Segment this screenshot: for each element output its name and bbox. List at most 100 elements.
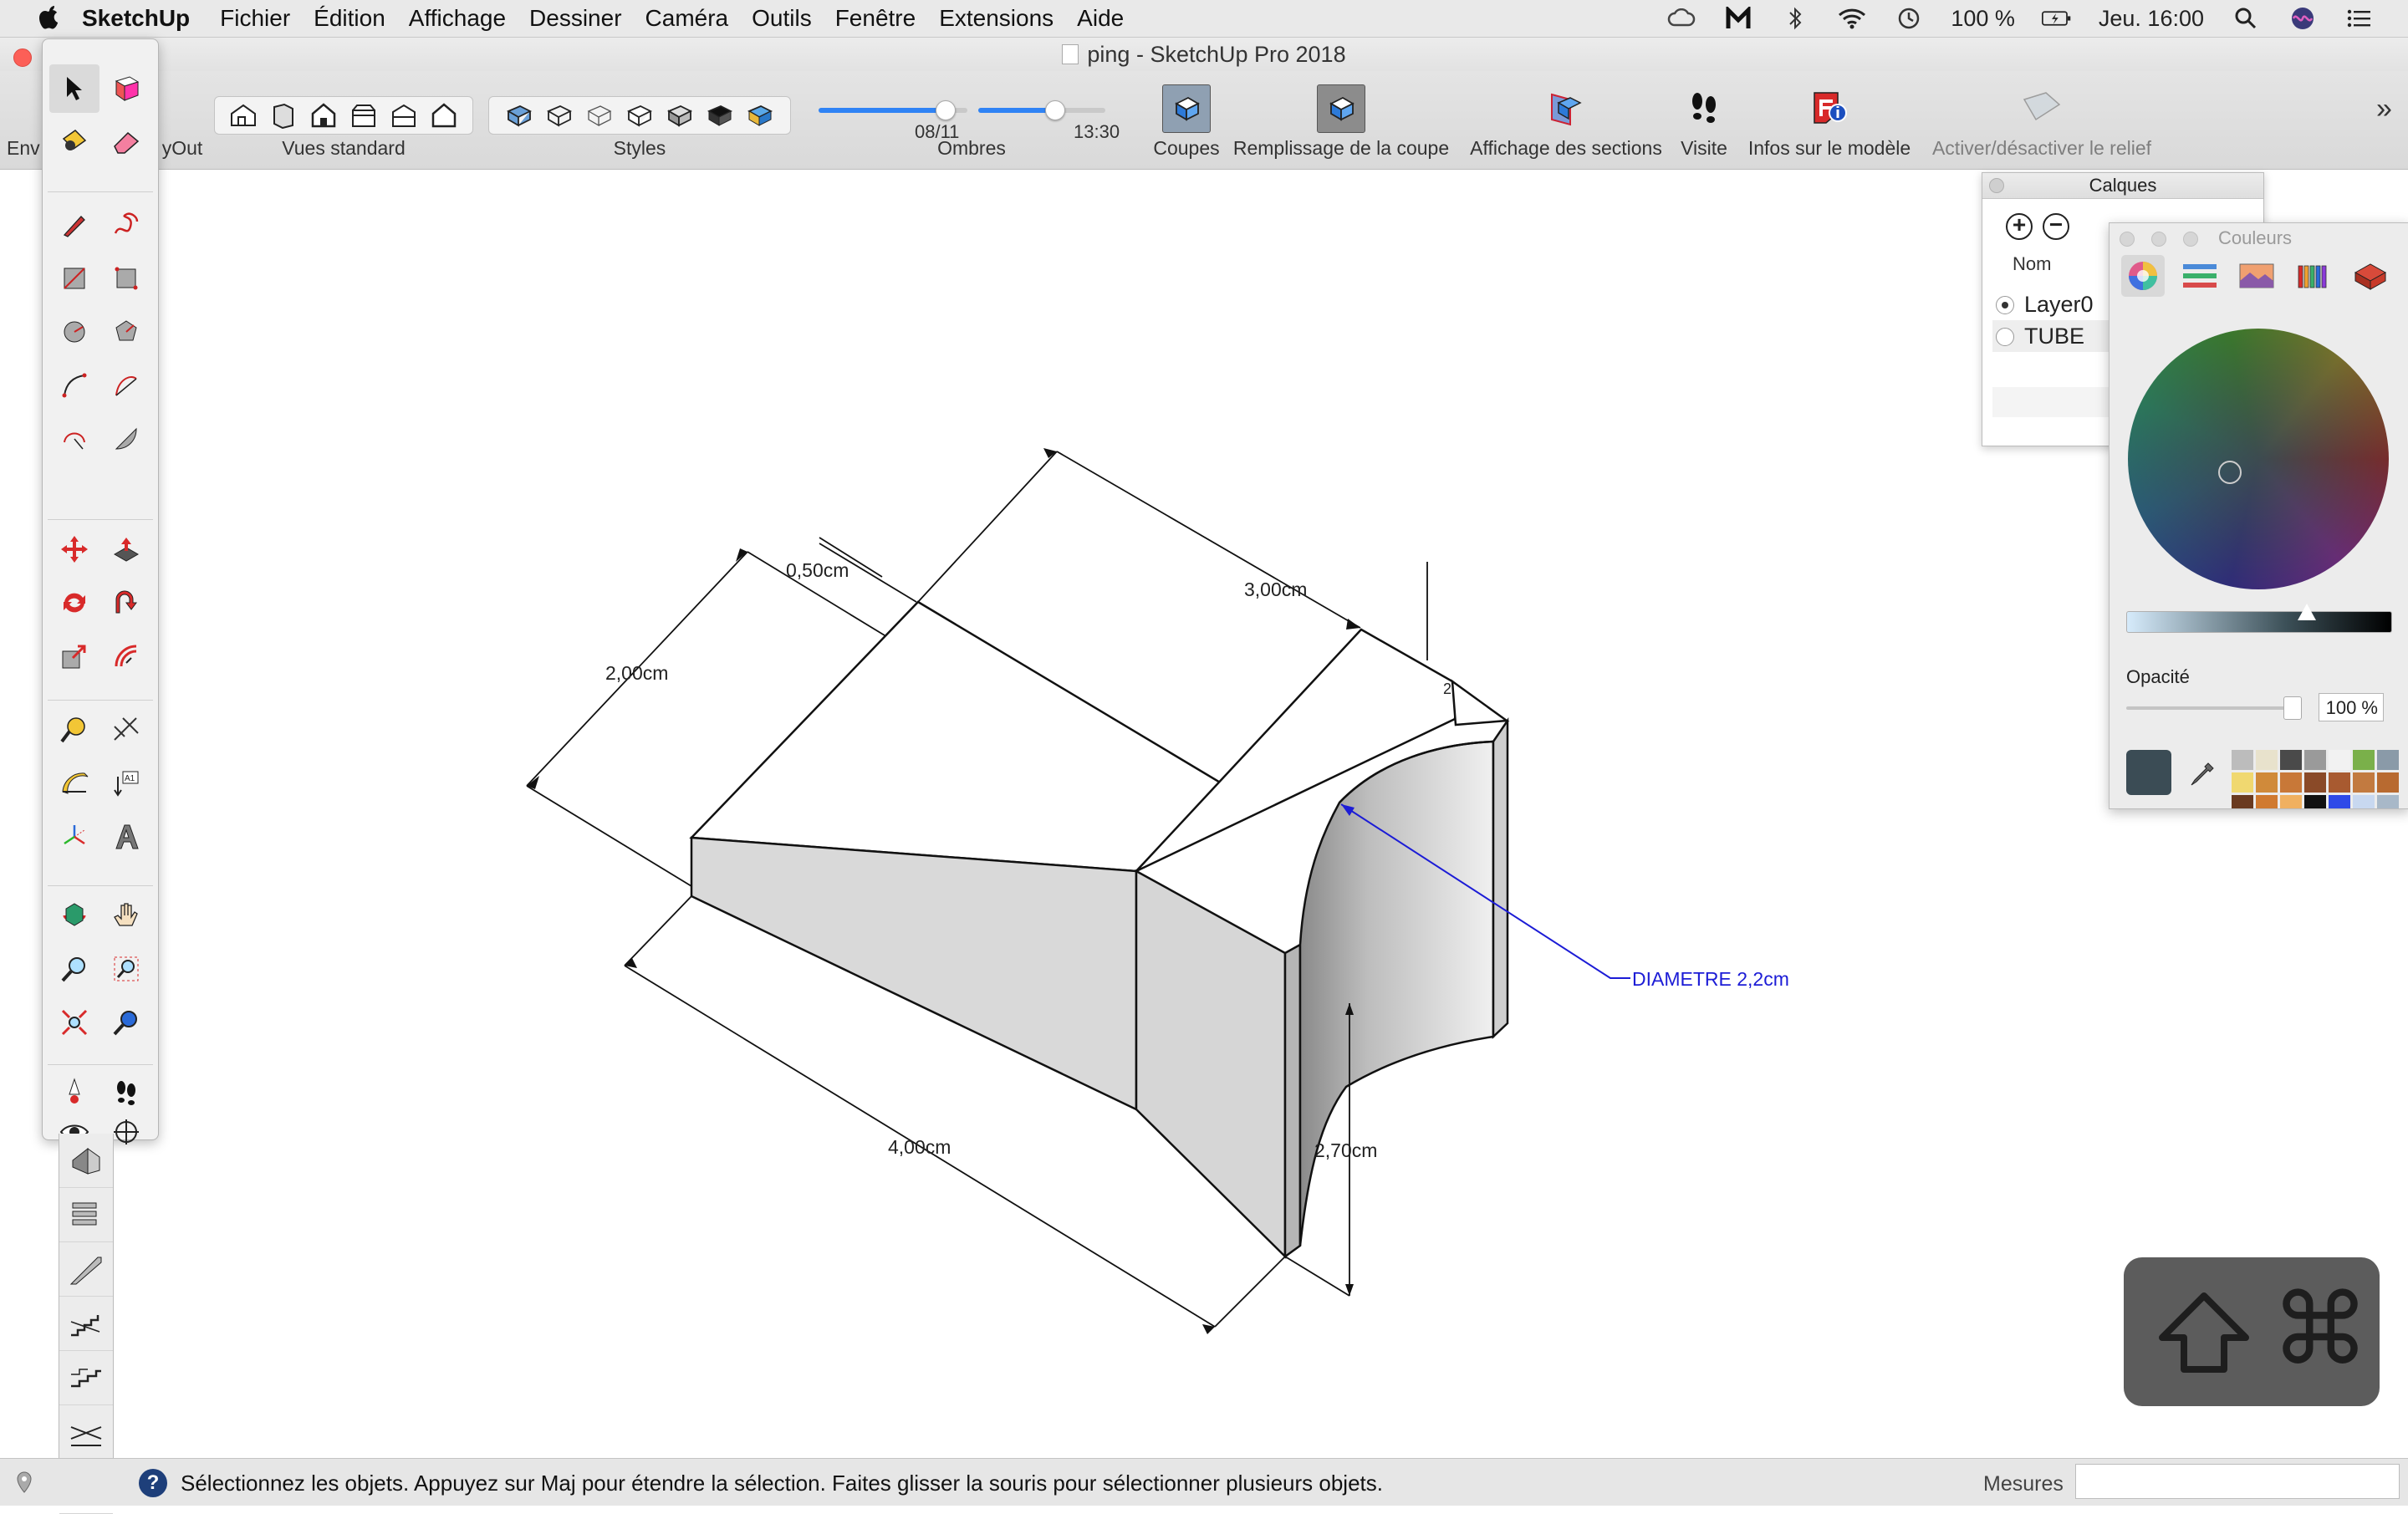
menu-edition[interactable]: Édition bbox=[314, 5, 385, 32]
face-top-main[interactable] bbox=[689, 600, 1223, 873]
color-swatch[interactable] bbox=[2280, 750, 2302, 770]
eraser-icon[interactable] bbox=[101, 118, 151, 166]
zoom-window-icon[interactable] bbox=[101, 945, 151, 993]
color-palette-image-mode-icon[interactable] bbox=[2235, 255, 2278, 297]
shaded-style-icon[interactable] bbox=[660, 97, 700, 134]
shadow-time-knob[interactable] bbox=[1045, 100, 1066, 120]
measures-input[interactable] bbox=[2075, 1464, 2400, 1499]
offset-tool-icon[interactable] bbox=[101, 632, 151, 681]
apple-icon[interactable] bbox=[37, 4, 62, 33]
color-swatch[interactable] bbox=[2377, 750, 2399, 770]
dim-label-2-00cm[interactable]: 2,00cm bbox=[605, 662, 668, 684]
previous-view-icon[interactable] bbox=[101, 998, 151, 1047]
color-swatch[interactable] bbox=[2329, 750, 2350, 770]
menu-extensions[interactable]: Extensions bbox=[939, 5, 1054, 32]
toolbar-button-section-display[interactable]: Affichage des sections bbox=[1462, 84, 1671, 165]
protractor-icon[interactable] bbox=[49, 759, 99, 808]
text-tool-icon[interactable]: A1 bbox=[101, 759, 151, 808]
toolbar-overflow-chevron-icon[interactable]: » bbox=[2376, 93, 2392, 125]
pie-tool-icon[interactable] bbox=[101, 415, 151, 463]
color-swatch[interactable] bbox=[2280, 772, 2302, 793]
menu-outils[interactable]: Outils bbox=[752, 5, 812, 32]
dim-label-2[interactable]: 2 bbox=[1443, 681, 1451, 697]
wifi-icon[interactable] bbox=[1837, 6, 1867, 31]
iso-view-icon[interactable] bbox=[223, 97, 263, 134]
pan-hand-icon[interactable] bbox=[101, 891, 151, 940]
current-color-swatch[interactable] bbox=[2126, 750, 2171, 795]
shadow-date-knob[interactable] bbox=[936, 100, 957, 120]
help-icon[interactable]: ? bbox=[139, 1469, 167, 1497]
material-bricks-mode-icon[interactable] bbox=[2349, 255, 2392, 297]
stair-tool-3-icon[interactable] bbox=[59, 1242, 113, 1297]
dim-label-2-70cm[interactable]: 2,70cm bbox=[1314, 1139, 1377, 1161]
color-swatch[interactable] bbox=[2329, 772, 2350, 793]
dim-3cm-line[interactable] bbox=[917, 451, 1361, 629]
color-sliders-mode-icon[interactable] bbox=[2178, 255, 2222, 297]
rotated-rectangle-icon[interactable] bbox=[101, 254, 151, 303]
menu-fenetre[interactable]: Fenêtre bbox=[835, 5, 916, 32]
colors-zoom-button[interactable] bbox=[2183, 232, 2198, 247]
shaded-textures-style-icon[interactable] bbox=[700, 97, 740, 134]
color-swatch[interactable] bbox=[2256, 795, 2278, 808]
back-view-icon[interactable] bbox=[384, 97, 424, 134]
time-machine-icon[interactable] bbox=[1894, 6, 1924, 31]
color-swatch[interactable] bbox=[2304, 772, 2326, 793]
zoom-extents-icon[interactable] bbox=[49, 998, 99, 1047]
notification-center-icon[interactable] bbox=[2344, 6, 2375, 31]
colors-close-button[interactable] bbox=[2120, 232, 2135, 247]
walk-footprints-icon[interactable] bbox=[101, 1068, 151, 1117]
top-view-icon[interactable] bbox=[263, 97, 304, 134]
colors-minimize-button[interactable] bbox=[2151, 232, 2166, 247]
window-close-button[interactable] bbox=[13, 48, 32, 67]
shadow-date-slider[interactable] bbox=[819, 100, 967, 120]
dimension-tool-icon[interactable] bbox=[101, 706, 151, 754]
diameter-label[interactable]: DIAMETRE 2,2cm bbox=[1632, 968, 1789, 990]
color-wheel[interactable] bbox=[2128, 329, 2389, 589]
orbit-tool-icon[interactable] bbox=[49, 891, 99, 940]
three-point-arc-icon[interactable] bbox=[49, 415, 99, 463]
brightness-slider[interactable] bbox=[2126, 604, 2392, 633]
rotate-tool-icon[interactable] bbox=[49, 579, 99, 627]
zoom-tool-icon[interactable] bbox=[49, 945, 99, 993]
color-swatch[interactable] bbox=[2353, 750, 2375, 770]
color-swatch[interactable] bbox=[2256, 750, 2278, 770]
hidden-line-style-icon[interactable] bbox=[620, 97, 660, 134]
siri-icon[interactable] bbox=[2288, 6, 2318, 31]
color-swatch[interactable] bbox=[2304, 795, 2326, 808]
select-tool-arrow-icon[interactable] bbox=[49, 64, 99, 113]
color-swatch[interactable] bbox=[2280, 795, 2302, 808]
rectangle-tool-icon[interactable] bbox=[49, 254, 99, 303]
color-pencils-mode-icon[interactable] bbox=[2292, 255, 2335, 297]
spotlight-search-icon[interactable] bbox=[2231, 6, 2261, 31]
bluetooth-icon[interactable] bbox=[1780, 6, 1810, 31]
stair-tool-5-icon[interactable] bbox=[59, 1351, 113, 1405]
line-tool-pencil-icon[interactable] bbox=[49, 201, 99, 249]
color-swatch[interactable] bbox=[2304, 750, 2326, 770]
paint-bucket-icon[interactable] bbox=[49, 118, 99, 166]
right-view-icon[interactable] bbox=[344, 97, 384, 134]
layers-column-name[interactable]: Nom bbox=[2013, 253, 2051, 275]
layers-close-button[interactable] bbox=[1989, 178, 2004, 193]
tape-measure-icon[interactable] bbox=[49, 706, 99, 754]
opacity-knob[interactable] bbox=[2283, 696, 2302, 720]
menu-app-sketchup[interactable]: SketchUp bbox=[82, 5, 190, 32]
menu-dessiner[interactable]: Dessiner bbox=[529, 5, 621, 32]
make-component-icon[interactable] bbox=[101, 64, 151, 113]
scale-tool-icon[interactable] bbox=[49, 632, 99, 681]
toolbar-button-tour[interactable]: Visite bbox=[1672, 84, 1736, 165]
color-swatch[interactable] bbox=[2256, 772, 2278, 793]
color-swatch[interactable] bbox=[2377, 795, 2399, 808]
toolbar-group-layout[interactable]: yOut bbox=[157, 84, 207, 165]
eyedropper-icon[interactable] bbox=[2188, 760, 2217, 788]
polygon-tool-icon[interactable] bbox=[101, 308, 151, 356]
circle-tool-icon[interactable] bbox=[49, 308, 99, 356]
color-wheel-mode-icon[interactable] bbox=[2121, 255, 2165, 297]
back-edges-style-icon[interactable] bbox=[539, 97, 579, 134]
monochrome-style-icon[interactable] bbox=[740, 97, 780, 134]
malwarebytes-icon[interactable] bbox=[1723, 6, 1753, 31]
wireframe-style-icon[interactable] bbox=[579, 97, 620, 134]
face-front-long[interactable] bbox=[690, 836, 1138, 1111]
two-point-arc-icon[interactable] bbox=[101, 361, 151, 410]
axes-tool-icon[interactable] bbox=[49, 813, 99, 861]
arc-tool-icon[interactable] bbox=[49, 361, 99, 410]
